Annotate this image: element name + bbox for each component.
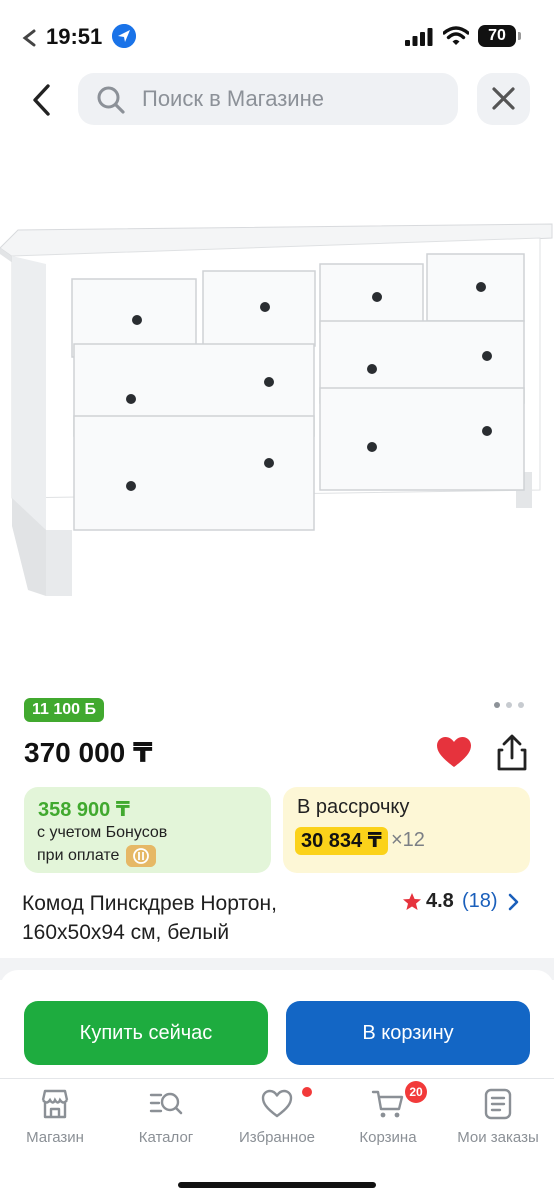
gallery-dot[interactable] [518,702,524,708]
bonus-note-line1: с учетом Бонусов [37,824,168,841]
tab-cart[interactable]: 20 Корзина [343,1081,433,1149]
tab-orders-label: Мои заказы [457,1129,539,1146]
status-bar: 19:51 70 [0,0,554,74]
installment-card[interactable]: В рассрочку 30 834 ₸ ×12 [283,787,530,873]
installment-title: В рассрочку [297,796,410,818]
favorite-heart-icon[interactable] [436,736,472,768]
status-time: 19:51 [46,24,103,49]
bonus-points-badge: 11 100 Б [24,698,104,722]
cart-icon [371,1090,404,1118]
battery-cap [518,32,521,40]
cellular-signal-icon [405,28,433,46]
search-icon [97,86,125,114]
close-button[interactable] [477,73,530,125]
gallery-dot-active[interactable] [494,702,500,708]
search-box[interactable] [78,73,458,125]
tab-store-label: Магазин [26,1129,84,1146]
home-indicator[interactable] [178,1182,376,1188]
product-price: 370 000 ₸ [24,737,153,768]
tab-favorites[interactable]: Избранное [227,1087,327,1149]
installment-months: ×12 [391,829,425,851]
battery-level: 70 [478,25,516,47]
tab-favorites-label: Избранное [238,1129,316,1146]
tab-cart-label: Корзина [359,1129,417,1146]
add-to-cart-button[interactable]: В корзину [286,1001,530,1065]
payment-method-icon [126,845,156,867]
cart-count-badge: 20 [405,1081,427,1103]
back-to-app-icon[interactable] [20,28,40,48]
favorites-indicator-dot [302,1087,312,1097]
gallery-pagination [494,702,528,710]
catalog-search-icon [149,1092,183,1115]
share-icon[interactable] [494,734,530,772]
product-title: Комод Пинскдрев Нортон, 160х50х94 см, бе… [22,892,277,944]
bonus-note-line2: при оплате [37,847,120,864]
bonus-price: 358 900 ₸ [38,799,130,821]
rating-value[interactable]: 4.8 [426,890,454,913]
review-count[interactable]: (18) [462,890,498,913]
heart-outline-icon [261,1089,293,1118]
store-icon [41,1089,69,1119]
gallery-dot[interactable] [506,702,512,708]
chevron-right-icon[interactable] [506,892,520,912]
product-image[interactable] [0,150,554,670]
tab-store[interactable]: Магазин [10,1087,100,1149]
search-input[interactable] [142,73,442,125]
tab-orders[interactable]: Мои заказы [450,1087,546,1149]
buy-now-button[interactable]: Купить сейчас [24,1001,268,1065]
installment-amount: 30 834 ₸ [295,827,388,855]
tab-catalog[interactable]: Каталог [121,1087,211,1149]
location-arrow-icon [112,24,136,48]
bonus-price-card[interactable]: 358 900 ₸ с учетом Бонусов при оплате [24,787,271,873]
orders-icon [484,1088,512,1120]
product-page: 19:51 70 Поиск в Магазине 11 100 Б 370 0… [0,0,554,1200]
star-icon [403,893,421,910]
tab-catalog-label: Каталог [138,1129,194,1146]
back-button[interactable] [18,76,66,124]
wifi-icon [443,26,469,45]
